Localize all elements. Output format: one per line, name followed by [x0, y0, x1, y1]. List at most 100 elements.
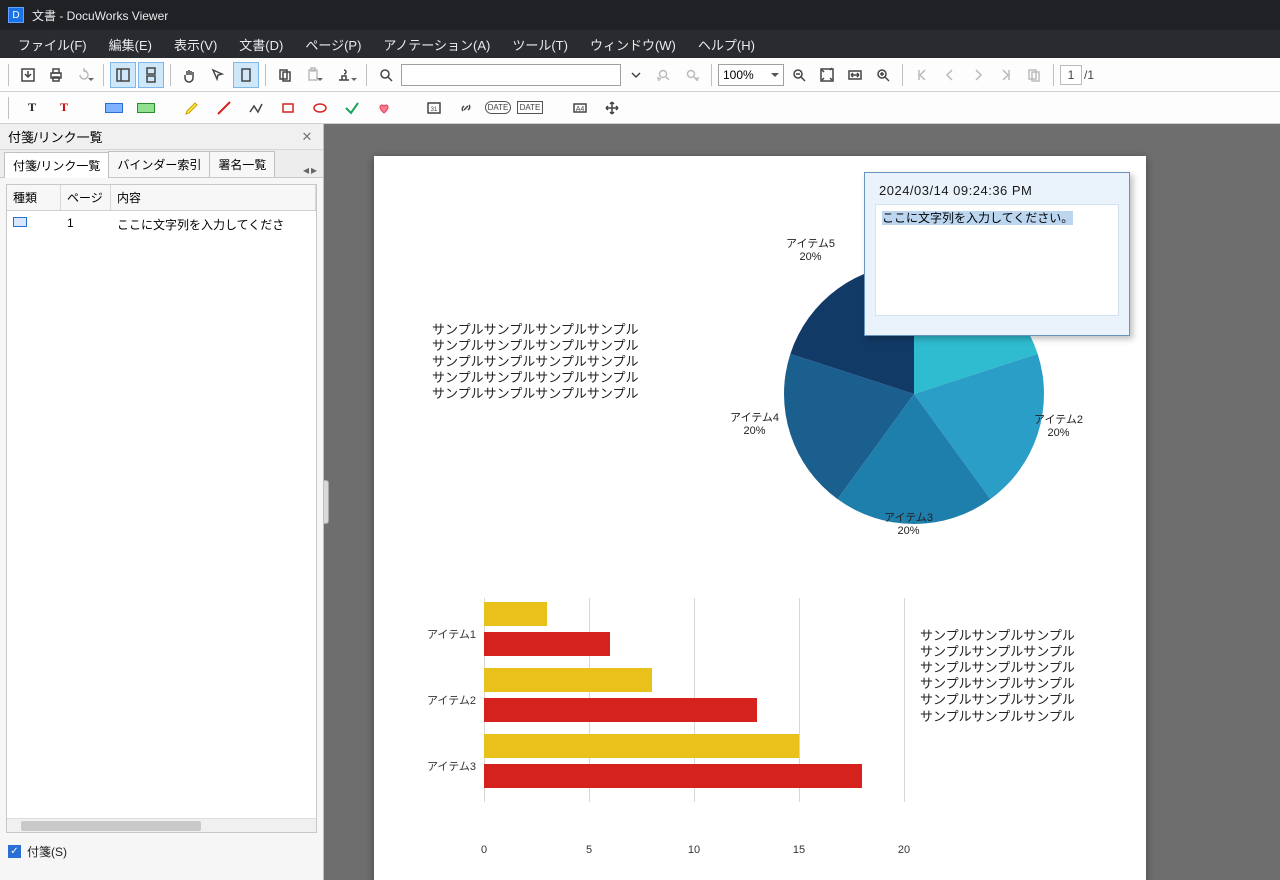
bar [484, 764, 862, 788]
first-page-icon[interactable] [909, 62, 935, 88]
svg-text:A4: A4 [576, 106, 585, 113]
continuous-view-icon[interactable] [138, 62, 164, 88]
bar-x-tick: 15 [784, 844, 814, 856]
datestamp2-icon[interactable]: DATE [517, 95, 543, 121]
select-tool-icon[interactable] [205, 62, 231, 88]
zoom-value: 100% [723, 68, 754, 82]
note-green-icon[interactable] [133, 95, 159, 121]
search-dropdown-icon[interactable] [623, 62, 649, 88]
bar-category-label: アイテム1 [404, 626, 476, 642]
side-panel: 付箋/リンク一覧 ✕ 付箋/リンク一覧 バインダー索引 署名一覧 ◂▸ 種類 ペ… [0, 124, 324, 880]
page-tool-icon[interactable] [233, 62, 259, 88]
menu-edit[interactable]: 編集(E) [99, 31, 162, 58]
bar-x-tick: 10 [679, 844, 709, 856]
save-icon[interactable] [15, 62, 41, 88]
menu-help[interactable]: ヘルプ(H) [688, 31, 765, 58]
copy-icon[interactable] [272, 62, 298, 88]
tab-binder[interactable]: バインダー索引 [108, 151, 210, 177]
find-prev-icon[interactable] [651, 62, 677, 88]
tab-sign[interactable]: 署名一覧 [209, 151, 275, 177]
list-h-scrollbar[interactable] [7, 818, 316, 832]
bar [484, 734, 799, 758]
ellipse-annot-icon[interactable] [307, 95, 333, 121]
rect-annot-icon[interactable] [275, 95, 301, 121]
stamp-heart-icon[interactable] [371, 95, 397, 121]
row-page: 1 [61, 214, 111, 235]
list-item[interactable]: 1 ここに文字列を入力してくださ [7, 211, 316, 238]
stamp-menu-icon[interactable] [328, 62, 360, 88]
line-red-icon[interactable] [211, 95, 237, 121]
rotate-icon[interactable] [71, 62, 97, 88]
date-box-icon[interactable]: 31 [421, 95, 447, 121]
note-icon [13, 217, 27, 227]
sticky-note[interactable]: 2024/03/14 09:24:36 PM ここに文字列を入力してください。 [864, 172, 1130, 336]
print-icon[interactable] [43, 62, 69, 88]
highlighter-icon[interactable] [179, 95, 205, 121]
page-indicator: 1 /1 [1060, 65, 1094, 85]
search-icon[interactable] [373, 62, 399, 88]
zoom-select[interactable]: 100% [718, 64, 784, 86]
menu-file[interactable]: ファイル(F) [8, 31, 97, 58]
pie-label: アイテム5 20% [786, 238, 835, 263]
menu-view[interactable]: 表示(V) [164, 31, 227, 58]
col-type[interactable]: 種類 [7, 185, 61, 210]
paste-icon[interactable] [300, 62, 326, 88]
pages-icon[interactable] [1021, 62, 1047, 88]
sample-text-1: サンプルサンプルサンプルサンプル サンプルサンプルサンプルサンプル サンプルサン… [432, 322, 638, 403]
zoom-out-icon[interactable] [786, 62, 812, 88]
tab-scroll-right-icon[interactable]: ▸ [311, 163, 317, 177]
next-page-icon[interactable] [965, 62, 991, 88]
col-page[interactable]: ページ [61, 185, 111, 210]
row-content: ここに文字列を入力してくださ [111, 214, 316, 235]
page-current[interactable]: 1 [1060, 65, 1082, 85]
check-notes[interactable]: ✓付箋(S) [8, 843, 315, 860]
tab-notes[interactable]: 付箋/リンク一覧 [4, 152, 109, 178]
link-icon[interactable] [453, 95, 479, 121]
fit-width-icon[interactable] [842, 62, 868, 88]
tab-scroll-left-icon[interactable]: ◂ [303, 163, 309, 177]
toolbar-main: 100% 1 /1 [0, 58, 1280, 92]
sample-text-2: サンプルサンプルサンプル サンプルサンプルサンプル サンプルサンプルサンプル サ… [920, 628, 1075, 725]
sticky-timestamp: 2024/03/14 09:24:36 PM [865, 173, 1129, 204]
splitter-handle[interactable] [324, 480, 329, 524]
text-annot-red-icon[interactable]: T [51, 95, 77, 121]
last-page-icon[interactable] [993, 62, 1019, 88]
polyline-icon[interactable] [243, 95, 269, 121]
document-viewer[interactable]: サンプルサンプルサンプルサンプル サンプルサンプルサンプルサンプル サンプルサン… [324, 124, 1280, 880]
fit-page-icon[interactable] [814, 62, 840, 88]
svg-text:31: 31 [431, 107, 438, 113]
textbox-icon[interactable]: A4 [567, 95, 593, 121]
bar-x-tick: 5 [574, 844, 604, 856]
note-blue-icon[interactable] [101, 95, 127, 121]
bar [484, 668, 652, 692]
datestamp1-icon[interactable]: DATE [485, 95, 511, 121]
menu-tool[interactable]: ツール(T) [502, 31, 578, 58]
col-content[interactable]: 内容 [111, 185, 316, 210]
notes-list: 種類 ページ 内容 1 ここに文字列を入力してくださ [6, 184, 317, 833]
hand-tool-icon[interactable] [177, 62, 203, 88]
bar-x-tick: 20 [889, 844, 919, 856]
text-annot-icon[interactable]: T [19, 95, 45, 121]
bar-category-label: アイテム2 [404, 692, 476, 708]
page-total: /1 [1084, 68, 1094, 82]
zoom-in-icon[interactable] [870, 62, 896, 88]
move-icon[interactable] [599, 95, 625, 121]
find-next-icon[interactable] [679, 62, 705, 88]
close-icon[interactable]: ✕ [299, 129, 315, 145]
marker-green-icon[interactable] [339, 95, 365, 121]
infobar-toggle-icon[interactable] [110, 62, 136, 88]
bar [484, 698, 757, 722]
menu-window[interactable]: ウィンドウ(W) [580, 31, 686, 58]
search-input[interactable] [401, 64, 621, 86]
app-icon: D [8, 7, 24, 23]
sticky-body[interactable]: ここに文字列を入力してください。 [875, 204, 1119, 316]
bar-category-label: アイテム3 [404, 758, 476, 774]
pie-label: アイテム4 20% [730, 412, 779, 437]
menu-document[interactable]: 文書(D) [229, 31, 293, 58]
pie-label: アイテム2 20% [1034, 414, 1083, 439]
page-canvas: サンプルサンプルサンプルサンプル サンプルサンプルサンプルサンプル サンプルサン… [374, 156, 1146, 880]
prev-page-icon[interactable] [937, 62, 963, 88]
menu-annotation[interactable]: アノテーション(A) [373, 31, 500, 58]
menu-page[interactable]: ページ(P) [295, 31, 371, 58]
sticky-text: ここに文字列を入力してください。 [882, 211, 1073, 225]
